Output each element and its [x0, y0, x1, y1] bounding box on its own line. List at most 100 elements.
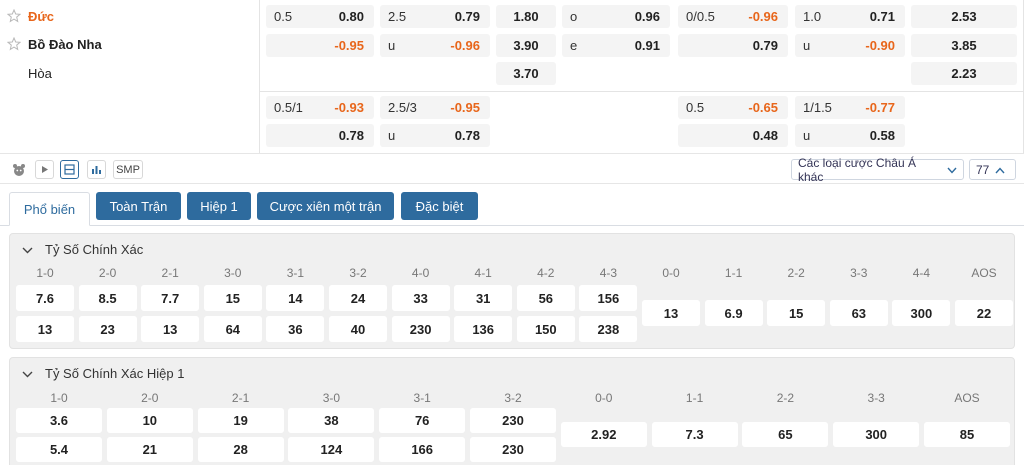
odds-cell[interactable]: 1.80 [496, 5, 556, 28]
odds-cell[interactable]: 3.85 [911, 34, 1017, 57]
score-odds-cell[interactable]: 15 [203, 285, 262, 311]
score-odds-cell[interactable]: 156 [579, 285, 638, 311]
score-odds-cell[interactable]: 8.5 [78, 285, 137, 311]
market-count: 77 [976, 162, 990, 177]
tab-first-half[interactable]: Hiệp 1 [187, 192, 251, 220]
score-odds-cell[interactable]: 15 [767, 300, 826, 326]
score-odds-cell[interactable]: 7.6 [16, 285, 74, 311]
score-odds-cell[interactable]: 13 [16, 316, 74, 342]
score-odds-cell[interactable]: 300 [892, 300, 951, 326]
score-column-header: 2-1 [161, 266, 179, 280]
score-odds-cell[interactable]: 2.92 [560, 422, 647, 447]
score-odds-cell[interactable]: 166 [379, 437, 466, 462]
tab-special[interactable]: Đặc biệt [401, 192, 478, 220]
team-name-home[interactable]: Đức [28, 9, 54, 24]
bear-icon[interactable] [9, 160, 28, 179]
odds-cell[interactable]: u -0.96 [380, 34, 490, 57]
score-column-header: 0-0 [595, 391, 613, 405]
odds-cell[interactable]: o 0.96 [562, 5, 670, 28]
score-odds-cell[interactable]: 33 [391, 285, 450, 311]
score-odds-cell[interactable]: 7.3 [651, 422, 738, 447]
tab-same-game-parlay[interactable]: Cược xiên một trận [257, 192, 394, 220]
score-odds-cell[interactable]: 36 [266, 316, 325, 342]
score-column-header: 3-2 [504, 391, 522, 405]
collapse-count-button[interactable]: 77 [969, 159, 1016, 180]
team-name-away[interactable]: Bồ Đào Nha [28, 37, 102, 52]
odds-cell[interactable]: -0.95 [266, 34, 374, 57]
score-odds-cell[interactable]: 28 [197, 437, 284, 462]
odds-cell[interactable]: 0.5/1 -0.93 [266, 96, 374, 119]
odds-cell[interactable]: 0.5 0.80 [266, 5, 374, 28]
score-odds-cell[interactable]: 7.7 [141, 285, 200, 311]
market-type-label: Các loại cược Châu Á khác [798, 155, 916, 184]
score-column-header: 2-1 [231, 391, 250, 405]
layout-icon[interactable] [60, 160, 79, 179]
score-odds-cell[interactable]: 63 [829, 300, 888, 326]
odds-cell[interactable]: 3.70 [496, 62, 556, 85]
odds-cell[interactable]: e 0.91 [562, 34, 670, 57]
score-column-header: 2-0 [141, 391, 159, 405]
score-column-header: 3-0 [322, 391, 341, 405]
panel-header[interactable]: Tỷ Số Chính Xác Hiệp 1 [22, 366, 184, 381]
score-odds-cell[interactable]: 22 [955, 300, 1013, 326]
score-odds-cell[interactable]: 76 [379, 408, 466, 433]
score-column-header: AOS [971, 266, 997, 280]
score-column-header: 3-2 [349, 266, 367, 280]
score-odds-cell[interactable]: 6.9 [704, 300, 763, 326]
panel-header[interactable]: Tỷ Số Chính Xác [22, 242, 143, 257]
tab-popular[interactable]: Phổ biến [9, 192, 90, 226]
stats-icon[interactable] [87, 160, 106, 179]
score-odds-cell[interactable]: 300 [833, 422, 920, 447]
star-icon[interactable] [7, 9, 21, 23]
odds-cell[interactable]: u 0.58 [795, 124, 905, 147]
score-odds-cell[interactable]: 14 [266, 285, 325, 311]
odds-cell[interactable]: 1/1.5 -0.77 [795, 96, 905, 119]
score-odds-cell[interactable]: 124 [288, 437, 375, 462]
score-odds-cell[interactable]: 19 [197, 408, 284, 433]
score-odds-cell[interactable]: 3.6 [16, 408, 102, 433]
odds-cell[interactable]: u 0.78 [380, 124, 490, 147]
score-odds-cell[interactable]: 13 [141, 316, 200, 342]
score-odds-cell[interactable]: 13 [642, 300, 700, 326]
score-column-header: 1-0 [50, 391, 68, 405]
odds-cell[interactable]: u -0.90 [795, 34, 905, 57]
panel-title: Tỷ Số Chính Xác [45, 242, 144, 257]
score-odds-cell[interactable]: 150 [516, 316, 575, 342]
star-icon[interactable] [7, 37, 21, 51]
odds-cell[interactable]: 2.53 [911, 5, 1017, 28]
score-odds-cell[interactable]: 65 [742, 422, 829, 447]
odds-cell[interactable]: 2.23 [911, 62, 1017, 85]
odds-cell[interactable]: 2.5/3 -0.95 [380, 96, 490, 119]
odds-cell[interactable]: 0.78 [266, 124, 374, 147]
odds-cell[interactable]: 2.5 0.79 [380, 5, 490, 28]
score-odds-cell[interactable]: 23 [78, 316, 137, 342]
odds-cell[interactable]: 0.5 -0.65 [678, 96, 788, 119]
score-column-header: 3-3 [850, 266, 868, 280]
score-odds-cell[interactable]: 230 [391, 316, 450, 342]
score-odds-cell[interactable]: 64 [203, 316, 262, 342]
score-odds-cell[interactable]: 21 [106, 437, 193, 462]
score-odds-cell[interactable]: 136 [454, 316, 513, 342]
odds-cell[interactable]: 3.90 [496, 34, 556, 57]
odds-cell[interactable]: 0.79 [678, 34, 788, 57]
smp-button[interactable]: SMP [113, 160, 143, 179]
score-odds-cell[interactable]: 40 [329, 316, 387, 342]
score-odds-cell[interactable]: 5.4 [16, 437, 102, 462]
score-odds-cell[interactable]: 24 [329, 285, 387, 311]
tab-full-match[interactable]: Toàn Trận [96, 192, 181, 220]
score-odds-cell[interactable]: 230 [470, 408, 556, 433]
score-odds-cell[interactable]: 31 [454, 285, 513, 311]
odds-cell[interactable]: 0/0.5 -0.96 [678, 5, 788, 28]
play-icon[interactable] [35, 160, 54, 179]
first-half-correct-score-panel: Tỷ Số Chính Xác Hiệp 1 1-0 2-0 2-1 3-0 3-1 3-… [9, 357, 1015, 465]
score-odds-cell[interactable]: 56 [516, 285, 575, 311]
score-odds-cell[interactable]: 38 [288, 408, 375, 433]
score-column-header: 3-1 [413, 391, 431, 405]
odds-cell[interactable]: 1.0 0.71 [795, 5, 905, 28]
market-type-select[interactable]: Các loại cược Châu Á khác [791, 156, 964, 184]
odds-cell[interactable]: 0.48 [678, 124, 788, 147]
score-odds-cell[interactable]: 10 [106, 408, 193, 433]
score-odds-cell[interactable]: 85 [924, 422, 1010, 447]
score-odds-cell[interactable]: 238 [579, 316, 638, 342]
score-odds-cell[interactable]: 230 [470, 437, 556, 462]
